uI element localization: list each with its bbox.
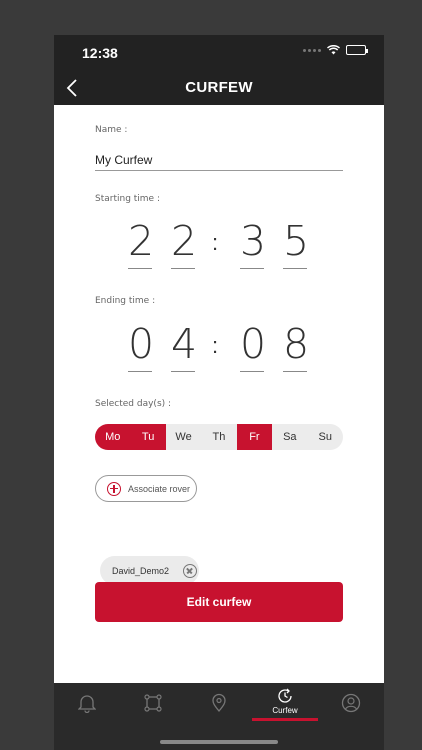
page-title: CURFEW xyxy=(185,79,253,96)
end-hour-tens[interactable]: 0 xyxy=(128,320,154,372)
rover-chip-label: David_Demo2 xyxy=(112,565,170,576)
status-time: 12:38 xyxy=(82,45,118,61)
remove-rover-icon[interactable] xyxy=(183,563,198,578)
tab-profile[interactable] xyxy=(318,683,384,723)
end-minute-tens[interactable]: 0 xyxy=(240,320,266,372)
end-minute-ones[interactable]: 8 xyxy=(283,320,309,372)
tab-map[interactable] xyxy=(186,683,252,723)
end-colon: : xyxy=(211,333,219,358)
ending-time-picker[interactable]: 0 4 : 0 8 xyxy=(128,320,310,380)
ending-time-label: Ending time : xyxy=(95,296,156,306)
name-input[interactable] xyxy=(95,149,343,171)
tab-curfew-label: Curfew xyxy=(272,706,298,715)
bell-icon xyxy=(78,695,96,713)
map-pin-icon xyxy=(212,693,226,713)
battery-icon xyxy=(346,45,368,55)
day-thursday[interactable]: Th xyxy=(201,424,236,450)
nav-bar: CURFEW xyxy=(54,71,384,105)
tab-curfew[interactable]: Curfew xyxy=(252,683,318,723)
edit-curfew-button[interactable]: Edit curfew xyxy=(95,582,343,622)
selected-days-label: Selected day(s) : xyxy=(95,399,172,409)
end-hour-ones[interactable]: 4 xyxy=(171,320,197,372)
wifi-icon xyxy=(327,45,340,55)
associate-rover-button[interactable]: Associate rover xyxy=(95,475,197,502)
active-tab-indicator xyxy=(252,718,318,721)
phone-screen: 12:38 CURFEW Name : Starting time : 2 2 … xyxy=(54,35,384,750)
day-friday[interactable]: Fr xyxy=(236,424,273,450)
start-hour-ones[interactable]: 2 xyxy=(171,217,197,269)
tab-notifications[interactable] xyxy=(54,683,120,723)
start-colon: : xyxy=(211,230,219,255)
starting-time-label: Starting time : xyxy=(95,194,160,204)
status-bar: 12:38 xyxy=(54,35,384,71)
start-hour-tens[interactable]: 2 xyxy=(128,217,154,269)
bottom-tab-bar: Curfew xyxy=(54,683,384,750)
status-icons xyxy=(303,45,368,55)
plus-circle-icon xyxy=(107,481,121,496)
home-indicator xyxy=(160,740,278,744)
name-label: Name : xyxy=(95,125,128,135)
curfew-clock-icon xyxy=(278,688,292,703)
day-wednesday[interactable]: We xyxy=(166,424,201,450)
starting-time-picker[interactable]: 2 2 : 3 5 xyxy=(128,217,310,277)
user-icon xyxy=(341,693,361,713)
associate-rover-label: Associate rover xyxy=(128,483,191,494)
start-minute-tens[interactable]: 3 xyxy=(240,217,266,269)
rover-chip: David_Demo2 xyxy=(100,556,199,585)
day-monday[interactable]: Mo xyxy=(95,424,131,450)
day-sunday[interactable]: Su xyxy=(308,424,343,450)
tab-geofence[interactable] xyxy=(120,683,186,723)
day-saturday[interactable]: Sa xyxy=(272,424,307,450)
start-minute-ones[interactable]: 5 xyxy=(283,217,309,269)
day-selector: Mo Tu We Th Fr Sa Su xyxy=(95,424,343,450)
geofence-icon xyxy=(144,694,162,712)
day-tuesday[interactable]: Tu xyxy=(130,424,166,450)
signal-dots-icon xyxy=(303,48,321,52)
